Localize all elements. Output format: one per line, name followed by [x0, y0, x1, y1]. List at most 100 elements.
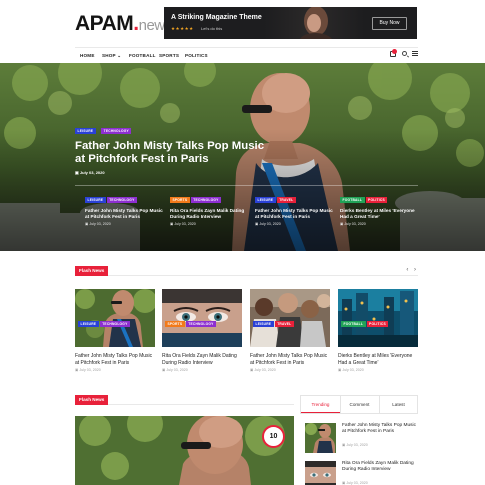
sidebar-post-2[interactable]: Rita Ora Fields Zayn Malik Dating During… [305, 461, 418, 485]
calendar-icon: ▣ [75, 170, 79, 175]
ad-subtitle: Let's do this [201, 26, 223, 31]
badge-technology[interactable]: TECHNOLOGY [101, 128, 132, 135]
mini-badges: SPORTS TECHNOLOGY [170, 197, 250, 204]
flash-card-date: ▣ July 03, 2020 [162, 368, 188, 372]
hero-title[interactable]: Father John Misty Talks Pop Music at Pit… [75, 140, 275, 166]
flash-card-date: ▣ July 03, 2020 [75, 368, 101, 372]
woman-eyes-thumb-image [305, 461, 336, 485]
cart-count-badge [392, 49, 397, 54]
flash-card-date-text: July 03, 2020 [254, 368, 276, 372]
sidebar-post-title[interactable]: Father John Misty Talks Pop Music at Pit… [342, 423, 418, 435]
flash-card-3[interactable]: LEISURE TRAVEL Father John Misty Talks Po… [250, 289, 330, 372]
mini-post-date: ▣ July 03, 2020 [255, 222, 281, 226]
flash-news-header: Flash News ‹ › [75, 266, 418, 276]
badge-leisure[interactable]: LEISURE [75, 128, 96, 135]
flash-card-date: ▣ July 03, 2020 [338, 368, 364, 372]
sidebar-post-date-text: July 03, 2020 [346, 481, 368, 485]
flash-card-date: ▣ July 03, 2020 [250, 368, 276, 372]
sidebar-post-1[interactable]: Father John Misty Talks Pop Music at Pit… [305, 423, 418, 457]
mini-post-date: ▣ July 03, 2020 [170, 222, 196, 226]
flash-card-4[interactable]: FOOTBALL POLITICS Dierks Bentley at Miles… [338, 289, 418, 372]
flash-card-image[interactable]: LEISURE TRAVEL [250, 289, 330, 347]
badge-leisure[interactable]: LEISURE [85, 197, 106, 204]
badge-leisure[interactable]: LEISURE [78, 321, 99, 328]
badge-politics[interactable]: POLITICS [366, 321, 389, 328]
mini-post-date-text: July 03, 2020 [259, 222, 281, 226]
ad-rating-stars: ★★★★★ [171, 26, 194, 31]
flash-card-2[interactable]: SPORTS TECHNOLOGY Rita Ora Fields Zayn Ma… [162, 289, 242, 372]
mini-post-title[interactable]: Dierks Bentley at Miles 'Everyone Had a … [340, 208, 420, 220]
flash-card-image[interactable]: FOOTBALL POLITICS [338, 289, 418, 347]
mini-badges: FOOTBALL POLITICS [340, 197, 420, 204]
main-nav: HOME SHOP ⌄ FOOTBALL SPORTS POLITICS [75, 47, 418, 63]
badge-technology[interactable]: TECHNOLOGY [185, 321, 217, 328]
flash-card-date-text: July 03, 2020 [166, 368, 188, 372]
site-logo[interactable]: APAM.news [75, 12, 172, 36]
man-sunglasses-large-image [75, 416, 294, 485]
mini-post-date: ▣ July 03, 2020 [85, 222, 111, 226]
flash-card-title[interactable]: Father John Misty Talks Pop Music at Pit… [75, 353, 155, 366]
nav-item-shop[interactable]: SHOP ⌄ [102, 53, 121, 59]
flash-news-label-2: Flash News [75, 395, 109, 405]
ad-title: A Striking Magazine Theme [171, 14, 262, 21]
sidebar-post-date: ▣ July 03, 2020 [342, 443, 368, 447]
badge-sports[interactable]: SPORTS [170, 197, 190, 204]
sidebar-post-thumb[interactable] [305, 423, 336, 453]
flash-card-1[interactable]: LEISURE TECHNOLOGY Father John Misty Talk… [75, 289, 155, 372]
badge-football[interactable]: FOOTBALL [341, 321, 366, 328]
man-sunglasses-thumb-image [305, 423, 336, 453]
featured-post-image[interactable] [75, 416, 294, 485]
mini-post-title[interactable]: Father John Misty Talks Pop Music at Pit… [255, 208, 335, 220]
tab-trending[interactable]: Trending [301, 396, 340, 413]
badge-technology[interactable]: TECHNOLOGY [190, 197, 222, 204]
nav-item-sports[interactable]: SPORTS [159, 53, 179, 58]
card-badges: LEISURE TECHNOLOGY [78, 321, 131, 339]
badge-politics[interactable]: POLITICS [365, 197, 388, 204]
nav-icons [378, 49, 418, 60]
badge-leisure[interactable]: LEISURE [253, 321, 274, 328]
mini-post-date-text: July 03, 2020 [89, 222, 111, 226]
sidebar-post-date-text: July 03, 2020 [346, 443, 368, 447]
flash-card-image[interactable]: LEISURE TECHNOLOGY [75, 289, 155, 347]
mini-post-title[interactable]: Rita Ora Fields Zayn Malik Dating During… [170, 208, 250, 220]
nav-item-home[interactable]: HOME [80, 53, 95, 58]
nav-item-shop-label: SHOP [102, 53, 116, 58]
hero-mini-post-4[interactable]: FOOTBALL POLITICS Dierks Bentley at Miles… [340, 197, 420, 226]
nav-item-politics[interactable]: POLITICS [185, 53, 208, 58]
flash-card-image[interactable]: SPORTS TECHNOLOGY [162, 289, 242, 347]
badge-sports[interactable]: SPORTS [165, 321, 185, 328]
tab-latest[interactable]: Latest [379, 396, 418, 413]
flash-card-title[interactable]: Dierks Bentley at Miles 'Everyone Had a … [338, 353, 418, 366]
hero-divider [75, 185, 418, 186]
card-badges: FOOTBALL POLITICS [341, 321, 389, 339]
hero-mini-post-3[interactable]: LEISURE TRAVEL Father John Misty Talks Po… [255, 197, 335, 226]
badge-football[interactable]: FOOTBALL [340, 197, 365, 204]
flash-card-title[interactable]: Rita Ora Fields Zayn Malik Dating During… [162, 353, 242, 366]
flash-card-date-text: July 03, 2020 [79, 368, 101, 372]
tab-comment[interactable]: Comment [340, 396, 379, 413]
mini-post-title[interactable]: Father John Misty Talks Pop Music at Pit… [85, 208, 165, 220]
hero-mini-post-2[interactable]: SPORTS TECHNOLOGY Rita Ora Fields Zayn Ma… [170, 197, 250, 226]
hero-slider[interactable]: LEISURE TECHNOLOGY Father John Misty Tal… [0, 63, 485, 251]
hero-mini-post-1[interactable]: LEISURE TECHNOLOGY Father John Misty Talk… [85, 197, 165, 226]
sidebar-post-thumb[interactable] [305, 461, 336, 485]
sidebar-post-title[interactable]: Rita Ora Fields Zayn Malik Dating During… [342, 461, 418, 473]
mini-post-date-text: July 03, 2020 [174, 222, 196, 226]
hero-date-text: July 03, 2020 [79, 170, 105, 175]
badge-technology[interactable]: TECHNOLOGY [99, 321, 130, 328]
flash-card-date-text: July 03, 2020 [342, 368, 364, 372]
post-number-badge: 10 [262, 425, 285, 448]
badge-travel[interactable]: TRAVEL [276, 197, 296, 204]
ad-buy-now-button[interactable]: Buy Now [372, 17, 407, 30]
hamburger-menu-icon[interactable] [412, 51, 418, 56]
badge-leisure[interactable]: LEISURE [255, 197, 276, 204]
carousel-arrows-icon[interactable]: ‹ › [406, 267, 418, 273]
ad-banner[interactable]: A Striking Magazine Theme ★★★★★ Let's do… [164, 7, 417, 39]
mini-badges: LEISURE TECHNOLOGY [85, 197, 165, 204]
badge-technology[interactable]: TECHNOLOGY [106, 197, 137, 204]
badge-travel[interactable]: TRAVEL [274, 321, 294, 328]
nav-item-football[interactable]: FOOTBALL [129, 53, 156, 58]
search-icon[interactable] [402, 51, 407, 56]
flash-card-title[interactable]: Father John Misty Talks Pop Music at Pit… [250, 353, 330, 366]
sidebar-tabs: Trending Comment Latest [300, 395, 418, 414]
